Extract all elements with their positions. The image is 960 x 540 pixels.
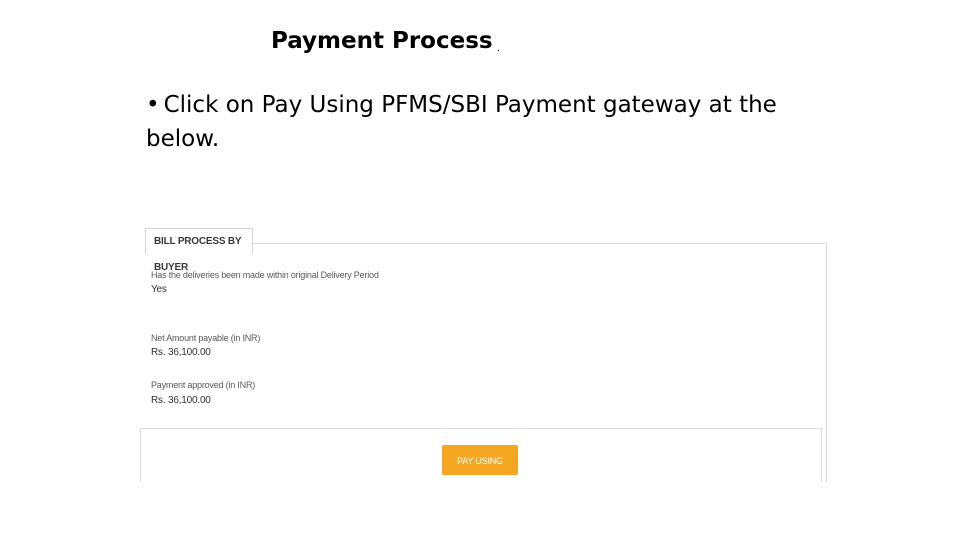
net-amount-label: Net Amount payable (in INR) xyxy=(151,333,261,343)
bullet-marker: • xyxy=(146,92,160,118)
instruction-bullet: • Click on Pay Using PFMS/SBI Payment gat… xyxy=(146,88,826,156)
payment-approved-label: Payment approved (in INR) xyxy=(151,380,256,390)
delivery-period-label: Has the deliveries been made within orig… xyxy=(151,270,379,280)
section-right-border xyxy=(826,243,827,482)
slide-title: Payment Process xyxy=(271,28,493,54)
section-tab-bill-process[interactable]: BILL PROCESS BY BUYER xyxy=(145,228,253,273)
title-dot: . xyxy=(497,43,501,54)
payment-approved-value: Rs. 36,100.00 xyxy=(151,395,211,406)
instruction-text: Click on Pay Using PFMS/SBI Payment gate… xyxy=(146,92,777,152)
delivery-period-value: Yes xyxy=(151,284,167,295)
bill-process-screenshot: BILL PROCESS BY BUYER Has the deliveries… xyxy=(131,212,829,482)
net-amount-value: Rs. 36,100.00 xyxy=(151,347,211,358)
pay-using-pfms-button[interactable]: PAY USING PFMS xyxy=(442,445,518,475)
